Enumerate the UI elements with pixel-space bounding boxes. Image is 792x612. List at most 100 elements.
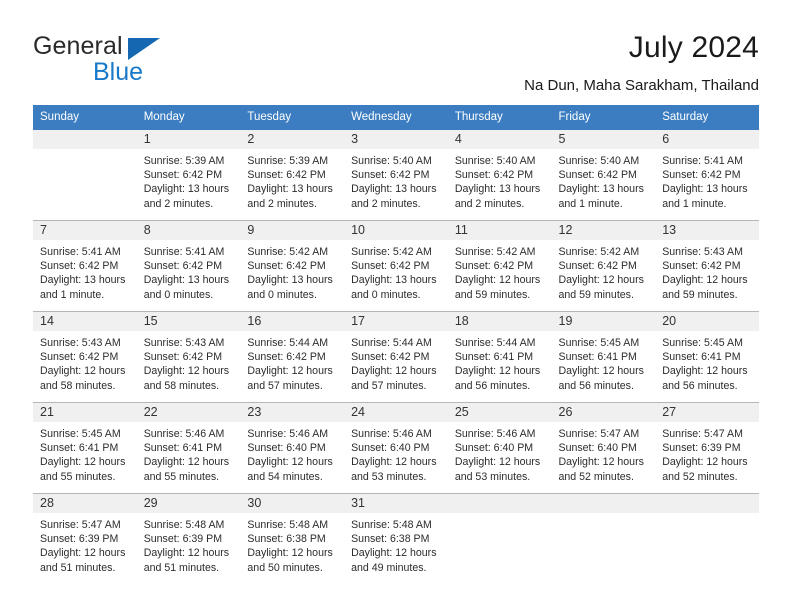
- calendar-day-cell[interactable]: 30 Sunrise: 5:48 AM Sunset: 6:38 PM Dayligh…: [240, 493, 345, 584]
- day-details: Sunrise: 5:47 AM Sunset: 6:39 PM Daylight:…: [33, 513, 137, 575]
- sunset-text: Sunset: 6:42 PM: [351, 169, 430, 182]
- calendar-day-cell[interactable]: 27 Sunrise: 5:47 AM Sunset: 6:39 PM Dayligh…: [655, 402, 759, 494]
- daylight-text-line1: Daylight: 12 hours: [247, 547, 333, 560]
- calendar-day-cell[interactable]: 4 Sunrise: 5:40 AM Sunset: 6:42 PM Daylight…: [447, 130, 552, 221]
- calendar-day-cell[interactable]: 19 Sunrise: 5:45 AM Sunset: 6:41 PM Dayligh…: [551, 311, 656, 403]
- day-number: 2: [240, 130, 345, 149]
- day-number: 24: [344, 403, 448, 422]
- calendar-day-cell[interactable]: 24 Sunrise: 5:46 AM Sunset: 6:40 PM Dayligh…: [344, 402, 448, 494]
- daylight-text-line2: and 0 minutes.: [351, 288, 421, 301]
- day-number: 29: [136, 494, 241, 513]
- daylight-text-line2: and 54 minutes.: [247, 470, 323, 483]
- calendar-day-cell[interactable]: 28 Sunrise: 5:47 AM Sunset: 6:39 PM Dayligh…: [33, 493, 137, 584]
- day-number: [551, 494, 656, 513]
- day-details: Sunrise: 5:43 AM Sunset: 6:42 PM Daylight:…: [655, 240, 759, 302]
- day-number: 8: [136, 221, 241, 240]
- calendar-day-cell[interactable]: 26 Sunrise: 5:47 AM Sunset: 6:40 PM Dayligh…: [551, 402, 656, 494]
- daylight-text-line2: and 51 minutes.: [40, 561, 116, 574]
- day-number: 9: [240, 221, 345, 240]
- day-number: 25: [447, 403, 552, 422]
- daylight-text-line2: and 0 minutes.: [143, 288, 214, 301]
- calendar-day-cell[interactable]: 29 Sunrise: 5:48 AM Sunset: 6:39 PM Dayligh…: [136, 493, 241, 584]
- calendar-day-cell[interactable]: 23 Sunrise: 5:46 AM Sunset: 6:40 PM Dayligh…: [240, 402, 345, 494]
- day-number: 17: [344, 312, 448, 331]
- day-number: 22: [136, 403, 241, 422]
- calendar-day-cell[interactable]: 17 Sunrise: 5:44 AM Sunset: 6:42 PM Dayligh…: [344, 311, 448, 403]
- calendar-day-cell[interactable]: 11 Sunrise: 5:42 AM Sunset: 6:42 PM Dayligh…: [447, 220, 552, 312]
- calendar-day-cell[interactable]: 9 Sunrise: 5:42 AM Sunset: 6:42 PM Daylight…: [240, 220, 345, 312]
- calendar-day-cell[interactable]: 25 Sunrise: 5:46 AM Sunset: 6:40 PM Dayligh…: [447, 402, 552, 494]
- calendar-day-cell[interactable]: 2 Sunrise: 5:39 AM Sunset: 6:42 PM Daylight…: [240, 130, 345, 221]
- daylight-text-line2: and 56 minutes.: [454, 379, 531, 392]
- sunrise-text: Sunrise: 5:44 AM: [454, 337, 536, 349]
- calendar-empty-cell: [33, 130, 137, 221]
- daylight-text-line1: Daylight: 13 hours: [143, 274, 230, 287]
- page-subtitle: Na Dun, Maha Sarakham, Thailand: [524, 77, 759, 94]
- daylight-text-line1: Daylight: 12 hours: [662, 456, 748, 469]
- calendar-day-cell[interactable]: 22 Sunrise: 5:46 AM Sunset: 6:41 PM Dayligh…: [136, 402, 241, 494]
- calendar-day-cell[interactable]: 7 Sunrise: 5:41 AM Sunset: 6:42 PM Daylight…: [33, 220, 137, 312]
- calendar-day-cell[interactable]: 6 Sunrise: 5:41 AM Sunset: 6:42 PM Daylight…: [655, 130, 759, 221]
- sunset-text: Sunset: 6:38 PM: [247, 533, 326, 546]
- daylight-text-line2: and 53 minutes.: [454, 470, 531, 483]
- calendar-day-cell[interactable]: 8 Sunrise: 5:41 AM Sunset: 6:42 PM Daylight…: [136, 220, 241, 312]
- daylight-text-line1: Daylight: 12 hours: [143, 456, 230, 469]
- daylight-text-line1: Daylight: 12 hours: [558, 274, 644, 287]
- day-number: 4: [447, 130, 552, 149]
- sunrise-text: Sunrise: 5:40 AM: [454, 155, 536, 167]
- day-number: 1: [136, 130, 241, 149]
- daylight-text-line1: Daylight: 12 hours: [40, 547, 126, 560]
- weekday-header-sunday: Sunday: [33, 105, 137, 130]
- calendar-day-cell[interactable]: 21 Sunrise: 5:45 AM Sunset: 6:41 PM Dayligh…: [33, 402, 137, 494]
- sunset-text: Sunset: 6:42 PM: [143, 351, 223, 364]
- day-details: Sunrise: 5:46 AM Sunset: 6:40 PM Daylight:…: [448, 422, 552, 484]
- day-details: Sunrise: 5:42 AM Sunset: 6:42 PM Daylight:…: [344, 240, 448, 302]
- daylight-text-line1: Daylight: 12 hours: [247, 365, 333, 378]
- general-blue-logo[interactable]: General Blue: [33, 30, 253, 88]
- daylight-text-line1: Daylight: 13 hours: [40, 274, 126, 287]
- sunset-text: Sunset: 6:42 PM: [143, 169, 223, 182]
- calendar-week-row: 7 Sunrise: 5:41 AM Sunset: 6:42 PM Daylight…: [33, 220, 759, 312]
- calendar-day-cell[interactable]: 1 Sunrise: 5:39 AM Sunset: 6:42 PM Daylight…: [136, 130, 241, 221]
- day-number: 11: [447, 221, 552, 240]
- daylight-text-line1: Daylight: 12 hours: [662, 274, 748, 287]
- sunrise-text: Sunrise: 5:42 AM: [454, 246, 536, 258]
- sunrise-text: Sunrise: 5:47 AM: [558, 428, 640, 440]
- day-details: Sunrise: 5:47 AM Sunset: 6:40 PM Daylight:…: [552, 422, 656, 484]
- calendar-day-cell[interactable]: 18 Sunrise: 5:44 AM Sunset: 6:41 PM Dayligh…: [447, 311, 552, 403]
- weekday-header-friday: Friday: [551, 105, 656, 130]
- day-details: Sunrise: 5:42 AM Sunset: 6:42 PM Daylight:…: [240, 240, 344, 302]
- logo-text-blue: Blue: [93, 58, 144, 86]
- calendar-day-cell[interactable]: 15 Sunrise: 5:43 AM Sunset: 6:42 PM Dayligh…: [136, 311, 241, 403]
- sunset-text: Sunset: 6:41 PM: [40, 442, 119, 455]
- sunset-text: Sunset: 6:42 PM: [40, 351, 119, 364]
- sunrise-text: Sunrise: 5:45 AM: [662, 337, 743, 349]
- sunrise-text: Sunrise: 5:42 AM: [351, 246, 432, 258]
- calendar-day-cell[interactable]: 10 Sunrise: 5:42 AM Sunset: 6:42 PM Dayligh…: [344, 220, 448, 312]
- sunset-text: Sunset: 6:39 PM: [662, 442, 741, 455]
- daylight-text-line2: and 55 minutes.: [143, 470, 220, 483]
- day-number: 12: [551, 221, 656, 240]
- calendar-day-cell[interactable]: 13 Sunrise: 5:43 AM Sunset: 6:42 PM Dayligh…: [655, 220, 759, 312]
- weekday-header-wednesday: Wednesday: [344, 105, 448, 130]
- daylight-text-line1: Daylight: 12 hours: [40, 365, 126, 378]
- calendar-empty-cell: [655, 493, 759, 584]
- calendar-day-cell[interactable]: 14 Sunrise: 5:43 AM Sunset: 6:42 PM Dayligh…: [33, 311, 137, 403]
- day-number: 21: [33, 403, 137, 422]
- calendar-day-cell[interactable]: 12 Sunrise: 5:42 AM Sunset: 6:42 PM Dayligh…: [551, 220, 656, 312]
- calendar-day-cell[interactable]: 16 Sunrise: 5:44 AM Sunset: 6:42 PM Dayligh…: [240, 311, 345, 403]
- calendar-header-row: Sunday Monday Tuesday Wednesday Thursday Frid…: [33, 105, 759, 130]
- daylight-text-line2: and 50 minutes.: [247, 561, 323, 574]
- calendar-day-cell[interactable]: 20 Sunrise: 5:45 AM Sunset: 6:41 PM Dayligh…: [655, 311, 759, 403]
- calendar-day-cell[interactable]: 5 Sunrise: 5:40 AM Sunset: 6:42 PM Daylight…: [551, 130, 656, 221]
- daylight-text-line2: and 2 minutes.: [454, 197, 525, 210]
- calendar-day-cell[interactable]: 3 Sunrise: 5:40 AM Sunset: 6:42 PM Daylight…: [344, 130, 448, 221]
- sunrise-text: Sunrise: 5:39 AM: [143, 155, 225, 167]
- daylight-text-line2: and 1 minute.: [40, 288, 105, 301]
- sunrise-text: Sunrise: 5:46 AM: [143, 428, 225, 440]
- calendar-day-cell[interactable]: 31 Sunrise: 5:48 AM Sunset: 6:38 PM Dayligh…: [344, 493, 448, 584]
- daylight-text-line2: and 52 minutes.: [662, 470, 738, 483]
- daylight-text-line2: and 56 minutes.: [662, 379, 738, 392]
- day-number: 26: [551, 403, 656, 422]
- weekday-header-monday: Monday: [136, 105, 241, 130]
